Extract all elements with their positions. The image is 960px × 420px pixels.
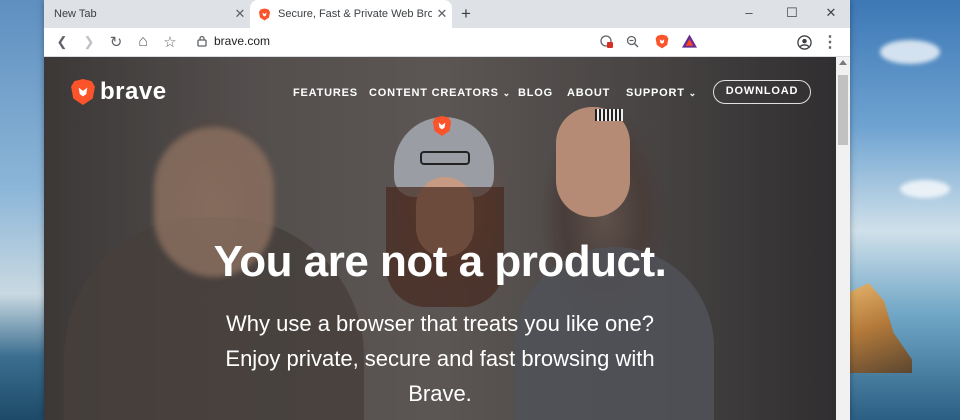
scroll-up-arrow-icon[interactable]: [839, 60, 847, 65]
close-tab-icon[interactable]: ✕: [230, 6, 250, 22]
lock-icon: [197, 35, 207, 47]
tab-brave[interactable]: Secure, Fast & Private Web Browser ✕: [250, 0, 452, 28]
nav-support-label: SUPPORT: [626, 87, 685, 99]
hero-subtext-line-1: Why use a browser that treats you like o…: [226, 311, 654, 336]
wallpaper-cloud: [900, 180, 950, 198]
maximize-button[interactable]: ☐: [773, 0, 811, 28]
brave-rewards-button[interactable]: [681, 33, 697, 49]
browser-window: New Tab ✕ Secure, Fast & Private Web Bro…: [44, 0, 850, 420]
tab-strip: New Tab ✕ Secure, Fast & Private Web Bro…: [44, 0, 850, 28]
brave-logo[interactable]: brave: [70, 77, 167, 107]
bat-triangle-icon: [681, 34, 697, 48]
hero-subtext-line-2: Enjoy private, secure and fast browsing …: [225, 346, 655, 371]
browser-toolbar: ❮ ❯ ↻ ⌂ ☆ brave.com ⋮: [44, 28, 850, 57]
forward-icon: ❯: [83, 34, 95, 49]
wallpaper-cloud: [880, 40, 940, 64]
brave-homepage: brave FEATURES CONTENT CREATORS ⌄ BLOG A…: [44, 57, 836, 420]
reload-button[interactable]: ↻: [106, 32, 126, 52]
tab-title: New Tab: [54, 8, 97, 20]
zoom-icon[interactable]: [624, 33, 640, 49]
nav-blog[interactable]: BLOG: [518, 87, 553, 99]
menu-button[interactable]: ⋮: [820, 32, 840, 52]
nav-features[interactable]: FEATURES: [293, 87, 358, 99]
blocked-content-icon: [599, 34, 613, 48]
site-header: brave FEATURES CONTENT CREATORS ⌄ BLOG A…: [44, 57, 836, 129]
download-button[interactable]: DOWNLOAD: [713, 80, 811, 104]
nav-support[interactable]: SUPPORT ⌄: [626, 87, 697, 99]
brand-wordmark: brave: [100, 78, 167, 105]
hero-subtext: Why use a browser that treats you like o…: [44, 309, 836, 409]
brave-lion-icon: [71, 79, 95, 105]
magnifier-icon: [626, 35, 638, 47]
bookmark-icon: ☆: [163, 34, 177, 51]
page-scrollbar[interactable]: [836, 57, 850, 420]
more-menu-icon: ⋮: [822, 34, 838, 51]
minimize-button[interactable]: –: [730, 0, 768, 28]
back-button[interactable]: ❮: [52, 32, 72, 52]
nav-content-creators-label: CONTENT CREATORS: [369, 87, 499, 99]
back-icon: ❮: [56, 34, 68, 49]
new-tab-button[interactable]: +: [456, 4, 476, 24]
close-window-button[interactable]: ✕: [812, 0, 850, 28]
home-icon: ⌂: [138, 33, 148, 50]
hero-section: You are not a product.: [44, 237, 836, 287]
url-text: brave.com: [214, 34, 271, 48]
bookmark-button[interactable]: ☆: [160, 32, 180, 52]
home-button[interactable]: ⌂: [133, 32, 153, 52]
desktop-wallpaper-left: [0, 0, 44, 420]
close-tab-icon[interactable]: ✕: [432, 6, 452, 22]
chevron-down-icon: ⌄: [688, 88, 697, 98]
profile-icon: [796, 34, 812, 50]
brave-shield-icon: [655, 34, 669, 48]
nav-content-creators[interactable]: CONTENT CREATORS ⌄: [369, 87, 511, 99]
brave-shields-button[interactable]: [654, 33, 670, 49]
hero-headline: You are not a product.: [213, 237, 667, 286]
hero-photo-glasses: [420, 151, 470, 165]
tab-title: Secure, Fast & Private Web Browser: [278, 8, 432, 20]
forward-button[interactable]: ❯: [79, 32, 99, 52]
profile-button[interactable]: [794, 32, 814, 52]
site-settings-icon[interactable]: [598, 33, 614, 49]
scrollbar-thumb[interactable]: [838, 75, 848, 145]
brave-lion-icon: [259, 8, 270, 20]
tab-new-tab[interactable]: New Tab ✕: [48, 0, 250, 28]
hero-subtext-line-3: Brave.: [408, 381, 472, 406]
chevron-down-icon: ⌄: [502, 88, 511, 98]
reload-icon: ↻: [109, 34, 123, 51]
address-bar[interactable]: brave.com: [184, 30, 708, 52]
nav-about[interactable]: ABOUT: [567, 87, 610, 99]
